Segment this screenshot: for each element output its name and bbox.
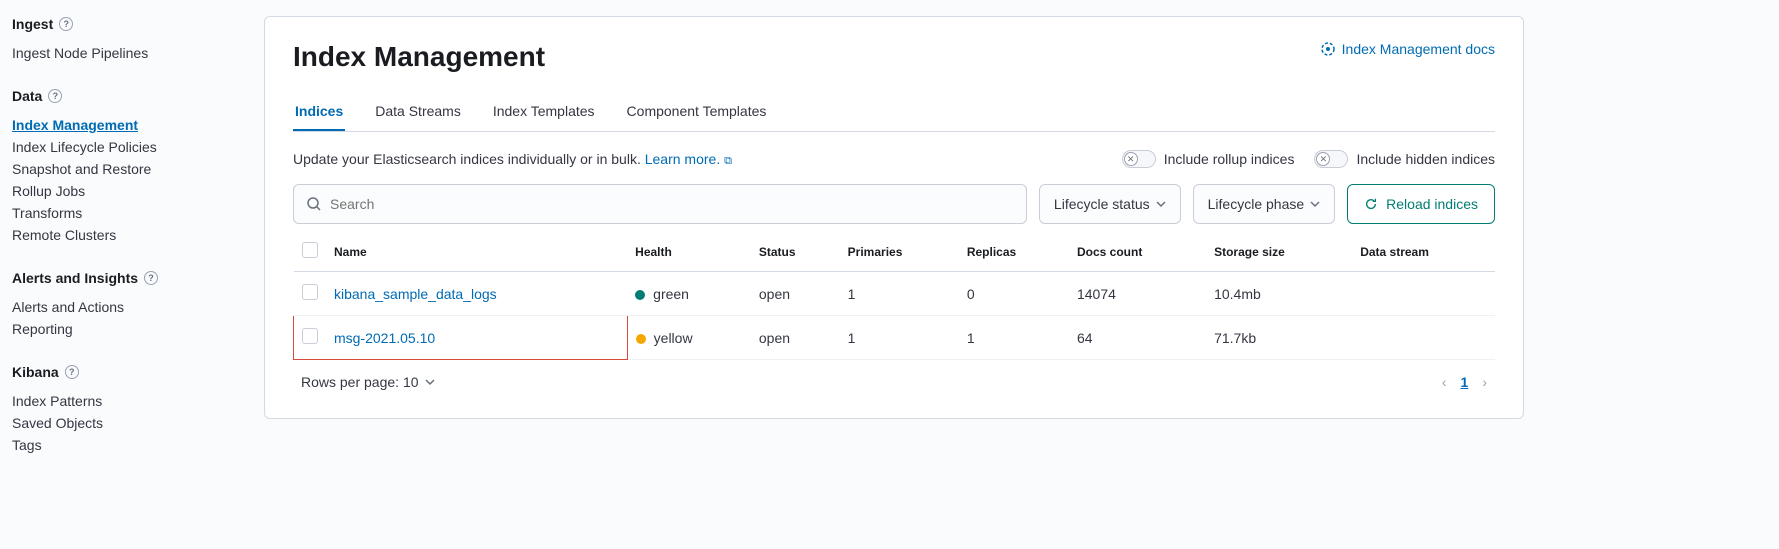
tab-data-streams[interactable]: Data Streams	[373, 93, 463, 131]
index-link[interactable]: msg-2021.05.10	[334, 330, 435, 346]
include-hidden-toggle[interactable]: ✕	[1314, 150, 1348, 168]
row-checkbox[interactable]	[302, 328, 318, 344]
cell-primaries: 1	[840, 316, 959, 360]
col-storage[interactable]: Storage size	[1206, 232, 1352, 272]
help-icon[interactable]: ?	[65, 365, 79, 379]
health-dot-icon	[636, 334, 646, 344]
row-checkbox[interactable]	[302, 284, 318, 300]
sidebar-item-index-management[interactable]: Index Management	[12, 114, 240, 136]
select-all-checkbox[interactable]	[302, 242, 318, 258]
cell-status: open	[751, 272, 840, 316]
page-number[interactable]: 1	[1461, 374, 1469, 390]
panel: Index Management Index Management docs I…	[264, 16, 1524, 419]
sidebar-item-index-lifecycle-policies[interactable]: Index Lifecycle Policies	[12, 136, 240, 158]
sidebar-item-saved-objects[interactable]: Saved Objects	[12, 412, 240, 434]
col-docs[interactable]: Docs count	[1069, 232, 1206, 272]
reload-indices-button[interactable]: Reload indices	[1347, 184, 1495, 224]
sidebar-item-alerts-and-actions[interactable]: Alerts and Actions	[12, 296, 240, 318]
sidebar-item-snapshot-and-restore[interactable]: Snapshot and Restore	[12, 158, 240, 180]
index-link[interactable]: kibana_sample_data_logs	[334, 286, 497, 302]
health-text: green	[653, 286, 689, 302]
prev-page-button[interactable]: ‹	[1442, 374, 1447, 390]
sidebar: Ingest? Ingest Node Pipelines Data? Index M…	[0, 0, 240, 496]
cell-primaries: 1	[840, 272, 959, 316]
indices-table: Name Health Status Primaries Replicas Do…	[293, 232, 1495, 360]
toggle-hidden-label: Include hidden indices	[1356, 151, 1495, 167]
sidebar-item-index-patterns[interactable]: Index Patterns	[12, 390, 240, 412]
help-icon[interactable]: ?	[144, 271, 158, 285]
cell-status: open	[751, 316, 840, 360]
cell-stream	[1352, 272, 1495, 316]
close-icon: ✕	[1124, 152, 1138, 166]
sidebar-item-reporting[interactable]: Reporting	[12, 318, 240, 340]
col-primaries[interactable]: Primaries	[840, 232, 959, 272]
close-icon: ✕	[1316, 152, 1330, 166]
col-status[interactable]: Status	[751, 232, 840, 272]
sidebar-heading: Data?	[12, 88, 240, 104]
sidebar-item-tags[interactable]: Tags	[12, 434, 240, 456]
health-dot-icon	[635, 290, 645, 300]
sidebar-heading: Ingest?	[12, 16, 240, 32]
sidebar-item-transforms[interactable]: Transforms	[12, 202, 240, 224]
cell-replicas: 1	[959, 316, 1069, 360]
help-icon[interactable]: ?	[48, 89, 62, 103]
next-page-button[interactable]: ›	[1482, 374, 1487, 390]
tab-component-templates[interactable]: Component Templates	[625, 93, 769, 131]
description-text: Update your Elasticsearch indices indivi…	[293, 151, 645, 167]
external-link-icon: ⧉	[724, 155, 732, 167]
cell-replicas: 0	[959, 272, 1069, 316]
sidebar-item-rollup-jobs[interactable]: Rollup Jobs	[12, 180, 240, 202]
toggle-rollup-label: Include rollup indices	[1164, 151, 1295, 167]
cell-docs: 64	[1069, 316, 1206, 360]
search-input-wrapper[interactable]	[293, 184, 1027, 224]
sidebar-item-ingest-node-pipelines[interactable]: Ingest Node Pipelines	[12, 42, 240, 64]
tab-indices[interactable]: Indices	[293, 93, 345, 131]
sidebar-item-remote-clusters[interactable]: Remote Clusters	[12, 224, 240, 246]
chevron-down-icon	[1156, 199, 1166, 209]
col-health[interactable]: Health	[627, 232, 751, 272]
cell-stream	[1352, 316, 1495, 360]
chevron-down-icon	[1310, 199, 1320, 209]
learn-more-link[interactable]: Learn more. ⧉	[645, 151, 732, 167]
search-input[interactable]	[322, 196, 1014, 212]
sidebar-heading: Kibana?	[12, 364, 240, 380]
lifecycle-status-filter[interactable]: Lifecycle status	[1039, 184, 1181, 224]
help-icon[interactable]: ?	[59, 17, 73, 31]
refresh-icon	[1364, 197, 1378, 211]
tabs: Indices Data Streams Index Templates Compon…	[293, 93, 1495, 132]
docs-link[interactable]: Index Management docs	[1320, 41, 1495, 57]
include-rollup-toggle[interactable]: ✕	[1122, 150, 1156, 168]
table-row: kibana_sample_data_logs green open10140741…	[294, 272, 1496, 316]
docs-link-text: Index Management docs	[1342, 41, 1495, 57]
sidebar-heading: Alerts and Insights?	[12, 270, 240, 286]
cell-storage: 10.4mb	[1206, 272, 1352, 316]
search-icon	[306, 196, 322, 212]
lifecycle-phase-filter[interactable]: Lifecycle phase	[1193, 184, 1336, 224]
main-content: Index Management Index Management docs I…	[240, 0, 1779, 496]
chevron-down-icon	[425, 377, 435, 387]
cell-storage: 71.7kb	[1206, 316, 1352, 360]
pagination: ‹ 1 ›	[1442, 374, 1487, 390]
help-circle-icon	[1320, 41, 1336, 57]
col-stream[interactable]: Data stream	[1352, 232, 1495, 272]
col-name[interactable]: Name	[326, 232, 627, 272]
cell-docs: 14074	[1069, 272, 1206, 316]
table-row: msg-2021.05.10yellowopen116471.7kb	[294, 316, 1496, 360]
rows-per-page[interactable]: Rows per page: 10	[301, 374, 435, 390]
health-text: yellow	[654, 330, 693, 346]
page-title: Index Management	[293, 41, 545, 73]
description: Update your Elasticsearch indices indivi…	[293, 151, 732, 168]
tab-index-templates[interactable]: Index Templates	[491, 93, 597, 131]
col-replicas[interactable]: Replicas	[959, 232, 1069, 272]
